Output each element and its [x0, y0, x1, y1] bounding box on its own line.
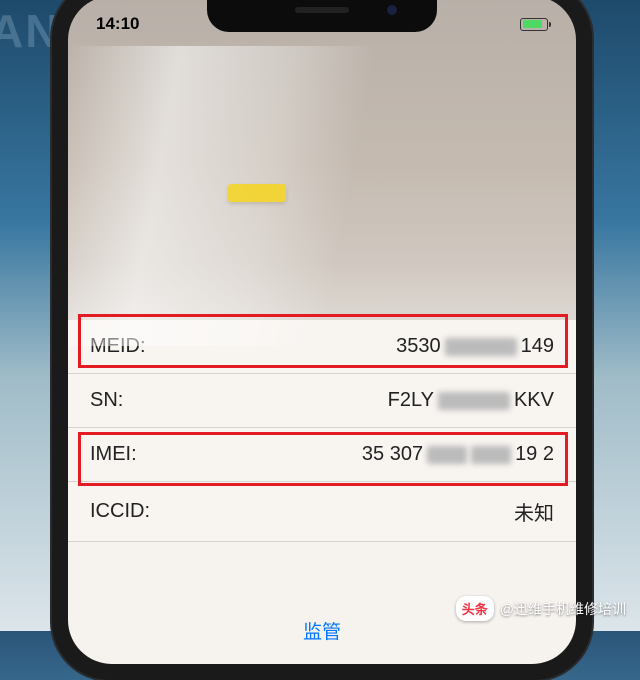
- imei-value: 35 307 19 2: [362, 443, 554, 466]
- redacted: [427, 446, 467, 464]
- notch: [207, 0, 437, 32]
- iccid-value: 未知: [514, 497, 554, 526]
- screen-glare: [68, 46, 576, 346]
- info-list: MEID: 3530 149 SN: F2LY KKV IMEI: 35: [68, 320, 576, 542]
- watermark-badge: 头条: [456, 596, 494, 621]
- status-right: [520, 14, 548, 34]
- battery-fill: [523, 20, 543, 28]
- watermark-text: @迅维手机维修培训: [500, 599, 626, 619]
- redacted: [471, 446, 511, 464]
- battery-icon: [520, 18, 548, 31]
- row-meid[interactable]: MEID: 3530 149: [68, 320, 576, 374]
- phone-frame: 14:10 MEID: 3530 149 SN: F2L: [52, 0, 592, 680]
- redacted: [445, 338, 517, 356]
- yellow-reflection: [228, 184, 286, 202]
- phone-screen: 14:10 MEID: 3530 149 SN: F2L: [68, 0, 576, 664]
- iccid-label: ICCID:: [90, 500, 150, 523]
- row-iccid[interactable]: ICCID: 未知: [68, 482, 576, 542]
- meid-label: MEID:: [90, 335, 146, 358]
- imei-label: IMEI:: [90, 443, 137, 466]
- sn-value: F2LY KKV: [388, 389, 554, 412]
- sn-label: SN:: [90, 389, 123, 412]
- row-imei[interactable]: IMEI: 35 307 19 2: [68, 428, 576, 482]
- meid-value: 3530 149: [396, 335, 554, 358]
- watermark: 头条 @迅维手机维修培训: [456, 596, 626, 621]
- row-sn[interactable]: SN: F2LY KKV: [68, 374, 576, 428]
- redacted: [438, 392, 510, 410]
- status-time: 14:10: [96, 14, 139, 34]
